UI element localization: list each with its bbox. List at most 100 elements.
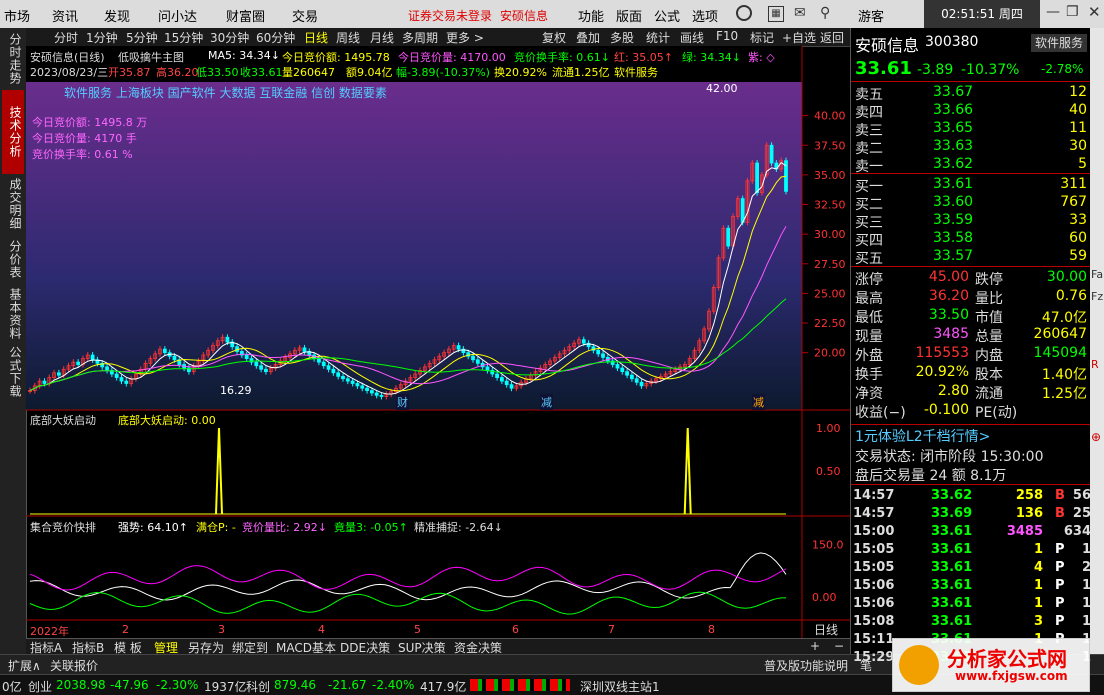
ask-row[interactable]: 卖五 33.67 12	[855, 84, 1087, 103]
l2-promo-link[interactable]: 1元体验L2千档行情>	[855, 426, 990, 446]
menu-news[interactable]: 资讯	[52, 6, 78, 25]
brand-logo: 分析家公式网 www.fxjgsw.com	[892, 638, 1090, 692]
sub1-title[interactable]: 底部大妖启动	[30, 412, 96, 428]
chart-formula[interactable]: 低吸擒牛主图	[118, 49, 184, 65]
bid-row[interactable]: 买四 33.58 60	[855, 230, 1087, 249]
tick-row[interactable]: 15:06 33.61 1 P 1	[853, 578, 1091, 596]
ask-row[interactable]: 卖四 33.66 40	[855, 102, 1087, 121]
event-marker-1[interactable]: 财	[396, 394, 409, 410]
x-tick-1: 2	[122, 623, 129, 636]
expand-button[interactable]: 扩展∧	[8, 657, 41, 674]
chart-area[interactable]: 40.0037.5035.0032.5030.0027.5025.0022.50…	[26, 46, 850, 638]
period-more[interactable]: 更多 >	[446, 29, 484, 46]
chinext-name[interactable]: 创业	[28, 678, 52, 695]
side-tool-icon[interactable]: Fa	[1091, 268, 1103, 281]
bid-row[interactable]: 买五 33.57 59	[855, 248, 1087, 267]
tab-fundamentals[interactable]: 基本资料	[2, 286, 24, 342]
bid-row[interactable]: 买二 33.60 767	[855, 194, 1087, 213]
side-tool-icon[interactable]: R	[1091, 358, 1099, 371]
maximize-icon[interactable]: ❐	[1066, 4, 1079, 20]
zoom-out-button[interactable]: −	[834, 639, 844, 653]
server-name[interactable]: 深圳双线主站1	[580, 678, 660, 695]
tool-overlay[interactable]: 叠加	[576, 29, 600, 46]
tool-mark[interactable]: 标记	[750, 29, 774, 46]
event-marker-2[interactable]: 减	[540, 394, 553, 410]
menu-function[interactable]: 功能	[578, 6, 604, 25]
tick-row[interactable]: 15:00 33.61 3485 634	[853, 524, 1091, 542]
sub2-title[interactable]: 集合竞价快排	[30, 519, 96, 535]
tick-row[interactable]: 15:08 33.61 3 P 1	[853, 614, 1091, 632]
tab-intraday[interactable]: 分时走势	[2, 30, 24, 88]
period-5min[interactable]: 5分钟	[126, 29, 158, 46]
side-toolbar[interactable]: Fa Fz R ⊕	[1090, 28, 1104, 654]
tick-row[interactable]: 15:05 33.61 1 P 1	[853, 542, 1091, 560]
period-multi[interactable]: 多周期	[402, 29, 438, 46]
menu-trade[interactable]: 交易	[292, 6, 318, 25]
chinext-value: 2038.98	[56, 678, 106, 692]
tab-formula-download[interactable]: 公式下载	[2, 344, 24, 400]
tab-price-table[interactable]: 分价表	[2, 234, 24, 284]
tool-back[interactable]: 返回	[820, 29, 844, 46]
tick-row[interactable]: 15:06 33.61 1 P 1	[853, 596, 1091, 614]
mail-icon[interactable]: ✉	[794, 5, 806, 21]
candle-body	[341, 375, 345, 380]
tick-row[interactable]: 15:05 33.61 4 P 2	[853, 560, 1091, 578]
period-15min[interactable]: 15分钟	[164, 29, 203, 46]
tick-price: 33.62	[931, 488, 973, 503]
period-weekly[interactable]: 周线	[336, 29, 360, 46]
period-label[interactable]: 日线	[814, 621, 838, 638]
period-daily[interactable]: 日线	[304, 29, 328, 46]
tool-stats[interactable]: 统计	[646, 29, 670, 46]
candle-body	[499, 377, 504, 382]
sector-button[interactable]: 软件服务	[1031, 34, 1087, 52]
refresh-icon[interactable]	[736, 5, 752, 21]
menu-discover[interactable]: 发现	[104, 6, 130, 25]
related-quote-button[interactable]: 关联报价	[50, 657, 98, 674]
menu-market[interactable]: 市场	[4, 6, 30, 25]
menu-wealth[interactable]: 财富圈	[226, 6, 265, 25]
tool-adjust[interactable]: 复权	[542, 29, 566, 46]
tab-technical[interactable]: 技术分析	[2, 90, 24, 174]
period-1min[interactable]: 1分钟	[86, 29, 118, 46]
period-60min[interactable]: 60分钟	[256, 29, 295, 46]
close-icon[interactable]: ✕	[1088, 3, 1101, 21]
minimize-icon[interactable]: —	[1046, 4, 1060, 20]
concept-tags[interactable]: 软件服务 上海板块 国产软件 大数据 互联金融 信创 数据要素	[64, 84, 387, 101]
zoom-in-button[interactable]: +	[810, 639, 820, 653]
ask-price: 33.65	[933, 120, 974, 136]
period-intraday[interactable]: 分时	[54, 29, 78, 46]
side-tool-icon[interactable]: ⊕	[1091, 430, 1101, 444]
period-30min[interactable]: 30分钟	[210, 29, 249, 46]
bid-volume: 59	[1069, 248, 1087, 264]
tool-draw[interactable]: 画线	[680, 29, 704, 46]
tick-side: B	[1055, 488, 1065, 503]
star-name[interactable]: 科创	[246, 678, 270, 695]
help-link[interactable]: 普及版功能说明	[764, 657, 848, 674]
bid-row[interactable]: 买三 33.59 33	[855, 212, 1087, 231]
ask-row[interactable]: 卖三 33.65 11	[855, 120, 1087, 139]
menu-ask[interactable]: 问小达	[158, 6, 197, 25]
y-tick-label: 22.50	[814, 317, 846, 330]
tool-multistock[interactable]: 多股	[610, 29, 634, 46]
tab-trade-detail[interactable]: 成交明细	[2, 176, 24, 232]
period-monthly[interactable]: 月线	[370, 29, 394, 46]
menu-formula[interactable]: 公式	[654, 6, 680, 25]
event-marker-3[interactable]: 减	[752, 394, 765, 410]
candle-body	[350, 380, 355, 384]
ask-row[interactable]: 卖二 33.63 30	[855, 138, 1087, 157]
grid-icon[interactable]: ▦	[768, 6, 784, 22]
lock-icon[interactable]: ⚲	[820, 5, 830, 21]
side-tool-icon[interactable]: Fz	[1091, 290, 1103, 303]
tool-f10[interactable]: F10	[716, 29, 738, 43]
bid-row[interactable]: 买一 33.61 311	[855, 176, 1087, 195]
menu-layout[interactable]: 版面	[616, 6, 642, 25]
menu-options[interactable]: 选项	[692, 6, 718, 25]
stock-name-alert[interactable]: 安硕信息	[500, 7, 548, 24]
tick-row[interactable]: 14:57 33.69 136 B 25	[853, 506, 1091, 524]
tool-add-watch[interactable]: +自选	[782, 29, 816, 46]
guest-user[interactable]: 游客	[858, 6, 884, 25]
stat-label: 总量	[975, 329, 1003, 345]
tick-row[interactable]: 14:57 33.62 258 B 56	[853, 488, 1091, 506]
ask-row[interactable]: 卖一 33.62 5	[855, 156, 1087, 175]
trade-login-alert[interactable]: 证券交易未登录	[408, 7, 492, 24]
